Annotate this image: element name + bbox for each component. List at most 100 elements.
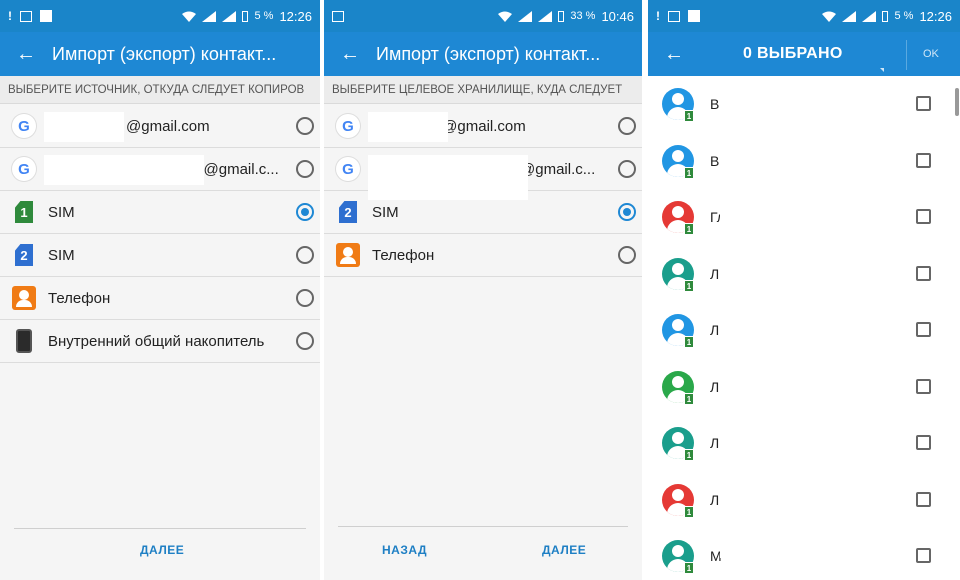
radio-button[interactable]: [618, 160, 636, 178]
signal-3g-icon: [862, 10, 877, 22]
section-header: ВЫБЕРИТЕ ЦЕЛЕВОЕ ХРАНИЛИЩЕ, КУДА СЛЕДУЕТ: [324, 76, 642, 104]
next-button[interactable]: ДАЛЕЕ: [140, 543, 184, 557]
sim-badge-icon: 1: [684, 449, 694, 461]
contact-name: Л: [710, 491, 720, 508]
google-icon: G: [12, 114, 36, 138]
selection-count[interactable]: 0 ВЫБРАНО: [743, 32, 843, 76]
sim-1-icon: 1: [15, 201, 33, 223]
battery-icon: [558, 10, 565, 22]
account-label: :@gmail.com: [438, 117, 526, 135]
next-button[interactable]: ДАЛЕЕ: [542, 543, 586, 557]
select-checkbox[interactable]: [916, 548, 931, 563]
radio-button[interactable]: [296, 117, 314, 135]
contact-name: Л: [710, 322, 720, 338]
battery-icon: [242, 10, 249, 22]
back-arrow-icon[interactable]: ←: [648, 43, 700, 66]
account-label: @gmail.c...: [520, 160, 596, 178]
clock: 12:26: [279, 8, 312, 24]
radio-button[interactable]: [618, 246, 636, 264]
back-arrow-icon[interactable]: ←: [0, 43, 52, 66]
contacts-phone-icon: [336, 243, 360, 267]
radio-button-selected[interactable]: [618, 203, 636, 221]
clock: 10:46: [601, 8, 634, 24]
footer-divider: [14, 528, 306, 529]
app-bar: ← Импорт (экспорт) контакт...: [324, 32, 642, 76]
radio-button-selected[interactable]: [296, 203, 314, 221]
target-selection-screen: 33 % 10:46 ← Импорт (экспорт) контакт...…: [324, 0, 642, 580]
alert-icon: !: [656, 9, 660, 23]
select-checkbox[interactable]: [916, 96, 931, 111]
radio-button[interactable]: [296, 332, 314, 350]
back-button[interactable]: НАЗАД: [382, 543, 427, 557]
select-checkbox[interactable]: [916, 378, 931, 394]
sim-badge-icon: 1: [684, 505, 694, 518]
source-selection-screen: ! 5 % 12:26 ← Импорт (экспорт) контакт..…: [0, 0, 320, 580]
signal-3g-icon: [538, 10, 553, 22]
account-label: y@gmail.c...: [196, 160, 279, 178]
status-bar: ! 5 % 12:26: [648, 0, 960, 32]
select-checkbox[interactable]: [916, 322, 931, 337]
alert-icon: !: [8, 9, 12, 23]
storage-label: Телефон: [372, 246, 435, 264]
image-notification-icon: [20, 10, 32, 22]
storage-label: Телефон: [48, 289, 111, 307]
google-icon: G: [12, 157, 36, 181]
page-title: Импорт (экспорт) контакт...: [376, 43, 601, 64]
app-bar: ← 0 ВЫБРАНО OK: [648, 32, 960, 76]
google-icon: G: [336, 114, 360, 138]
storage-label: SIM: [48, 203, 75, 221]
storage-label: SIM: [372, 203, 399, 221]
storage-row-sim-2[interactable]: 2 SIM: [0, 234, 320, 277]
storage-row-phone[interactable]: Телефон: [0, 277, 320, 320]
radio-button[interactable]: [296, 246, 314, 264]
storage-row-sim-1[interactable]: 1 SIM: [0, 191, 320, 234]
scrollbar[interactable]: [955, 88, 959, 116]
clock: 12:26: [919, 8, 952, 24]
account-label: @gmail.com: [126, 117, 210, 135]
select-checkbox[interactable]: [916, 265, 931, 281]
device-storage-icon: [16, 329, 32, 353]
back-arrow-icon[interactable]: ←: [324, 43, 376, 66]
source-list: G @gmail.com G y@gmail.c... 1 SIM 2 SIM …: [0, 105, 320, 363]
page-title: Импорт (экспорт) контакт...: [52, 43, 277, 64]
status-bar: 33 % 10:46: [324, 0, 642, 32]
radio-button[interactable]: [296, 160, 314, 178]
app-bar: ← Импорт (экспорт) контакт...: [0, 32, 320, 76]
select-checkbox[interactable]: [916, 152, 931, 168]
google-icon: G: [336, 157, 360, 181]
radio-button[interactable]: [296, 289, 314, 307]
storage-row-phone[interactable]: Телефон: [324, 234, 642, 277]
ok-button[interactable]: OK: [923, 32, 939, 76]
storage-row-internal[interactable]: Внутренний общий накопитель: [0, 320, 320, 363]
notification-icon: [40, 10, 52, 22]
wifi-icon: [182, 11, 197, 22]
battery-percent: 5 %: [254, 10, 274, 22]
status-bar: ! 5 % 12:26: [0, 0, 320, 32]
storage-label: SIM: [48, 246, 75, 264]
contact-name: Л: [710, 435, 720, 451]
redaction: [368, 155, 528, 200]
divider: [906, 40, 907, 70]
sim-badge-icon: 1: [684, 336, 694, 348]
select-checkbox[interactable]: [916, 209, 931, 224]
signal-icon: [202, 10, 217, 22]
redaction: [44, 155, 204, 185]
contact-selection-screen: ! 5 % 12:26 ← 0 ВЫБРАНО OK 1 Ва 1 Ве 1 Гл 1 Л 1 Л…: [648, 0, 960, 580]
wifi-icon: [498, 11, 513, 22]
wifi-icon: [822, 11, 837, 22]
sim-2-icon: 2: [15, 244, 33, 266]
sim-badge-icon: 1: [684, 562, 694, 574]
select-checkbox[interactable]: [916, 435, 931, 450]
redaction: [368, 112, 448, 142]
signal-3g-icon: [222, 10, 237, 22]
select-checkbox[interactable]: [916, 491, 931, 507]
radio-button[interactable]: [618, 117, 636, 135]
storage-label: Внутренний общий накопитель: [48, 332, 265, 350]
section-header: ВЫБЕРИТЕ ИСТОЧНИК, ОТКУДА СЛЕДУЕТ КОПИРО…: [0, 76, 320, 104]
battery-icon: [882, 10, 889, 22]
redaction: [44, 112, 124, 142]
sim-badge-icon: 1: [684, 223, 694, 235]
image-notification-icon: [332, 10, 344, 22]
sim-2-icon: 2: [339, 201, 357, 223]
signal-icon: [842, 10, 857, 22]
